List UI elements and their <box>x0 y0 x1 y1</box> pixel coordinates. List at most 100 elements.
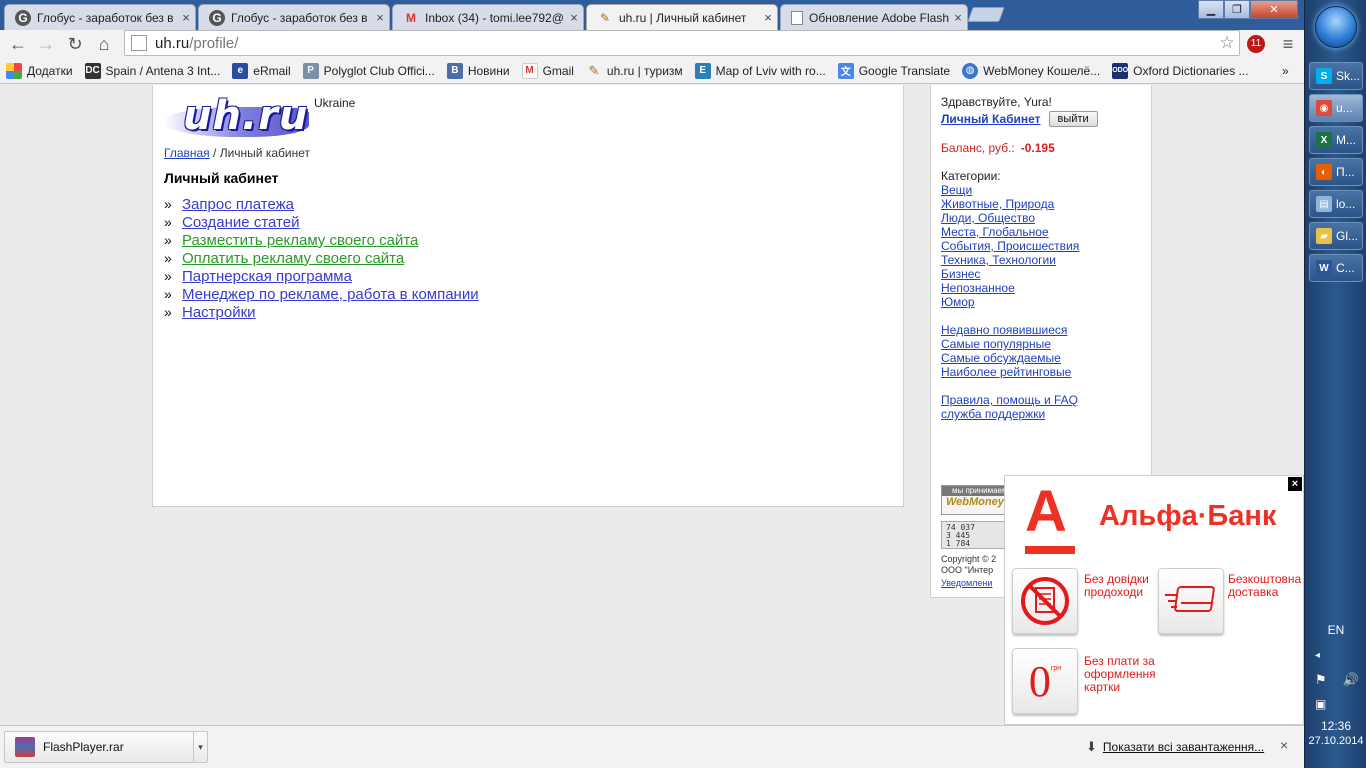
tab-title: Глобус - заработок без в <box>37 10 174 25</box>
profile-menu-link[interactable]: Партнерская программа <box>182 268 352 285</box>
address-bar[interactable]: uh.ru/profile/ ☆ <box>124 30 1240 56</box>
visit-counter[interactable]: 74 037 3 445 1 784 <box>941 521 1011 549</box>
bookmark-ermail[interactable]: e eRmail <box>232 62 291 79</box>
categories-list: Вещи Животные, Природа Люди, Общество Места… <box>941 183 1141 309</box>
taskbar-item[interactable]: W C... <box>1309 254 1363 282</box>
bookmarks-overflow-icon[interactable]: » <box>1282 64 1289 78</box>
clock-date: 27.10.2014 <box>1308 735 1364 747</box>
url-text[interactable]: uh.ru/profile/ <box>155 35 1215 52</box>
bookmark-google-translate[interactable]: 文 Google Translate <box>837 62 951 79</box>
breadcrumb-home-link[interactable]: Главная <box>164 146 210 160</box>
bookmark-star-icon[interactable]: ☆ <box>1215 33 1239 53</box>
bullet: » <box>164 268 172 284</box>
taskbar-item[interactable]: ▰ Gl... <box>1309 222 1363 250</box>
tab-close-icon[interactable]: × <box>949 10 967 25</box>
taskbar-item[interactable]: S Sk... <box>1309 62 1363 90</box>
vk-icon: B <box>446 62 463 79</box>
list-link[interactable]: Наиболее рейтинговые <box>941 365 1141 379</box>
close-window-button[interactable]: ✕ <box>1250 0 1298 19</box>
bookmark-novyny[interactable]: B Новини <box>446 62 510 79</box>
tab-adobe-flash[interactable]: Обновление Adobe Flash × <box>780 4 968 30</box>
category-link[interactable]: Животные, Природа <box>941 197 1141 211</box>
category-link[interactable]: Вещи <box>941 183 1141 197</box>
minimize-button[interactable]: ▁ <box>1198 0 1224 19</box>
reload-icon[interactable]: ↻ <box>63 32 87 56</box>
bookmark-label: Map of Lviv with ro... <box>715 63 826 78</box>
bookmark-map-lviv[interactable]: E Map of Lviv with ro... <box>694 62 826 79</box>
balance-label: Баланс, руб.: <box>941 141 1015 155</box>
google-icon: G <box>15 9 31 26</box>
category-link[interactable]: Бизнес <box>941 267 1141 281</box>
tab-close-icon[interactable]: × <box>565 10 583 25</box>
webmoney-accept-badge[interactable]: мы принимаем WebMoney <box>941 485 1011 515</box>
tab-gmail[interactable]: M Inbox (34) - tomi.lee792@ × <box>392 4 584 30</box>
taskbar-item[interactable]: ▤ lo... <box>1309 190 1363 218</box>
language-indicator[interactable]: EN <box>1305 623 1366 637</box>
profile-menu-link[interactable]: Запрос платежа <box>182 196 294 213</box>
category-link[interactable]: Техника, Технологии <box>941 253 1141 267</box>
ad-close-button[interactable]: × <box>1288 477 1302 491</box>
profile-menu-link[interactable]: Менеджер по рекламе, работа в компании <box>182 286 479 303</box>
forward-icon[interactable]: → <box>34 32 58 56</box>
logo-text: uh.ru <box>183 93 309 139</box>
bookmark-apps[interactable]: Додатки <box>6 62 73 79</box>
breadcrumb-current: Личный кабинет <box>219 146 310 160</box>
category-link[interactable]: Юмор <box>941 295 1141 309</box>
list-link[interactable]: Самые популярные <box>941 337 1141 351</box>
back-icon[interactable]: ← <box>6 32 30 56</box>
list-link[interactable]: Самые обсуждаемые <box>941 351 1141 365</box>
help-link[interactable]: служба поддержки <box>941 407 1141 421</box>
profile-menu-link[interactable]: Разместить рекламу своего сайта <box>182 232 418 249</box>
alfa-bank-ad[interactable]: × А Альфа·Банк Без довідки продоходи Без… <box>1004 475 1304 725</box>
tab-strip: G Глобус - заработок без в × G Глобус - … <box>0 0 1304 30</box>
start-button[interactable] <box>1315 6 1357 48</box>
clock[interactable]: 12:36 27.10.2014 <box>1305 719 1366 749</box>
profile-menu-link[interactable]: Оплатить рекламу своего сайта <box>182 250 404 267</box>
chevron-down-icon[interactable]: ▾ <box>193 732 207 762</box>
bookmark-oxford[interactable]: ODO Oxford Dictionaries ... <box>1112 62 1249 79</box>
taskbar-item[interactable]: X M... <box>1309 126 1363 154</box>
site-logo[interactable]: uh.ru <box>163 93 309 141</box>
profile-menu-link[interactable]: Создание статей <box>182 214 299 231</box>
category-link[interactable]: Непознанное <box>941 281 1141 295</box>
tab-close-icon[interactable]: × <box>177 10 195 25</box>
flag-icon[interactable]: ⚑ <box>1315 672 1327 688</box>
category-link[interactable]: Люди, Общество <box>941 211 1141 225</box>
taskbar-item[interactable]: ◉ u... <box>1309 94 1363 122</box>
download-filename: FlashPlayer.rar <box>43 740 124 754</box>
download-item[interactable]: FlashPlayer.rar ▾ <box>4 731 208 763</box>
extension-badge-icon[interactable]: 11 <box>1244 32 1268 56</box>
bookmark-polyglot[interactable]: P Polyglot Club Offici... <box>302 62 435 79</box>
cabinet-link[interactable]: Личный Кабинет <box>941 112 1041 126</box>
bookmark-label: Google Translate <box>858 63 951 78</box>
maximize-button[interactable]: ❐ <box>1224 0 1250 19</box>
new-tab-button[interactable] <box>967 7 1005 22</box>
bookmark-webmoney[interactable]: ◍ WebMoney Кошелё... <box>962 62 1100 79</box>
close-download-bar-icon[interactable]: × <box>1280 737 1288 753</box>
bookmark-gmail[interactable]: M Gmail <box>521 62 574 79</box>
category-link[interactable]: Места, Глобальное <box>941 225 1141 239</box>
bookmark-uh-tourism[interactable]: ✎ uh.ru | туризм <box>586 63 682 79</box>
home-icon[interactable]: ⌂ <box>92 32 116 56</box>
profile-menu-item: » Оплатить рекламу своего сайта <box>164 249 479 267</box>
tab-close-icon[interactable]: × <box>371 10 389 25</box>
list-link[interactable]: Недавно появившиеся <box>941 323 1141 337</box>
help-link[interactable]: Правила, помощь и FAQ <box>941 393 1141 407</box>
show-all-downloads-link[interactable]: ⬇ Показати всі завантаження... <box>1086 739 1264 755</box>
taskbar-item[interactable]: ◐ П... <box>1309 158 1363 186</box>
tab-globus-2[interactable]: G Глобус - заработок без в × <box>198 4 390 30</box>
category-link[interactable]: События, Происшествия <box>941 239 1141 253</box>
tab-uh-profile[interactable]: ✎ uh.ru | Личный кабинет × <box>586 4 778 30</box>
tab-globus-1[interactable]: G Глобус - заработок без в × <box>4 4 196 30</box>
bookmark-spain[interactable]: DC Spain / Antena 3 Int... <box>84 62 220 79</box>
menu-hamburger-icon[interactable]: ≡ <box>1276 32 1300 56</box>
notice-link[interactable]: Уведомлени <box>941 578 992 588</box>
tab-close-icon[interactable]: × <box>759 10 777 25</box>
volume-icon[interactable]: 🔊 <box>1343 672 1359 688</box>
network-icon[interactable]: ▣ <box>1315 697 1326 711</box>
logout-button[interactable]: выйти <box>1048 111 1098 127</box>
tray-expand-icon[interactable]: ◂ <box>1315 650 1320 661</box>
copyright-line: Copyright © 2 <box>941 554 997 564</box>
profile-menu-link[interactable]: Настройки <box>182 304 256 321</box>
download-bar: FlashPlayer.rar ▾ ⬇ Показати всі заванта… <box>0 725 1304 768</box>
